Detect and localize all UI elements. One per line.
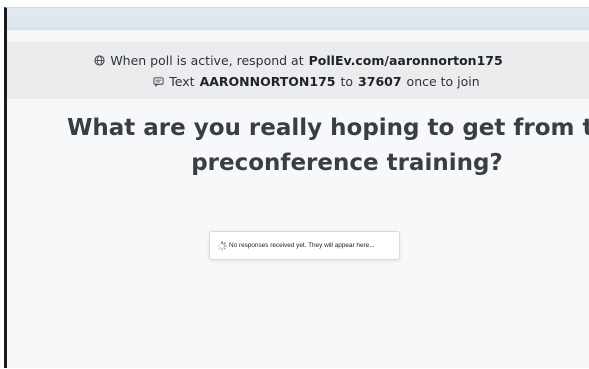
text-keyword: AARONNORTON175 [199, 73, 336, 89]
window-top-bar [7, 8, 589, 30]
join-instructions-banner: When poll is active, respond at PollEv.c… [7, 42, 589, 99]
question-line-2: preconference training? [191, 150, 503, 176]
text-instruction: Text AARONNORTON175 to 37607 once to joi… [117, 73, 480, 89]
question-line-1: What are you really hoping to get from t… [67, 115, 589, 141]
header-gap [7, 30, 589, 42]
poll-question-title: What are you really hoping to get from t… [7, 111, 589, 181]
empty-responses-message: No responses received yet. They will app… [229, 242, 375, 249]
text-to: to [340, 73, 354, 89]
text-suffix: once to join [406, 73, 480, 89]
respond-instruction: When poll is active, respond at PollEv.c… [94, 52, 503, 68]
spinner-icon [217, 240, 227, 251]
text-prefix: Text [169, 73, 195, 89]
empty-responses-card: No responses received yet. They will app… [209, 231, 400, 260]
sms-icon [153, 76, 164, 87]
respond-url-link[interactable]: PollEv.com/aaronnorton175 [309, 53, 503, 68]
respond-prefix: When poll is active, respond at [110, 52, 304, 68]
globe-icon [94, 54, 105, 66]
text-number: 37607 [358, 73, 402, 89]
presentation-window: When poll is active, respond at PollEv.c… [4, 7, 589, 368]
